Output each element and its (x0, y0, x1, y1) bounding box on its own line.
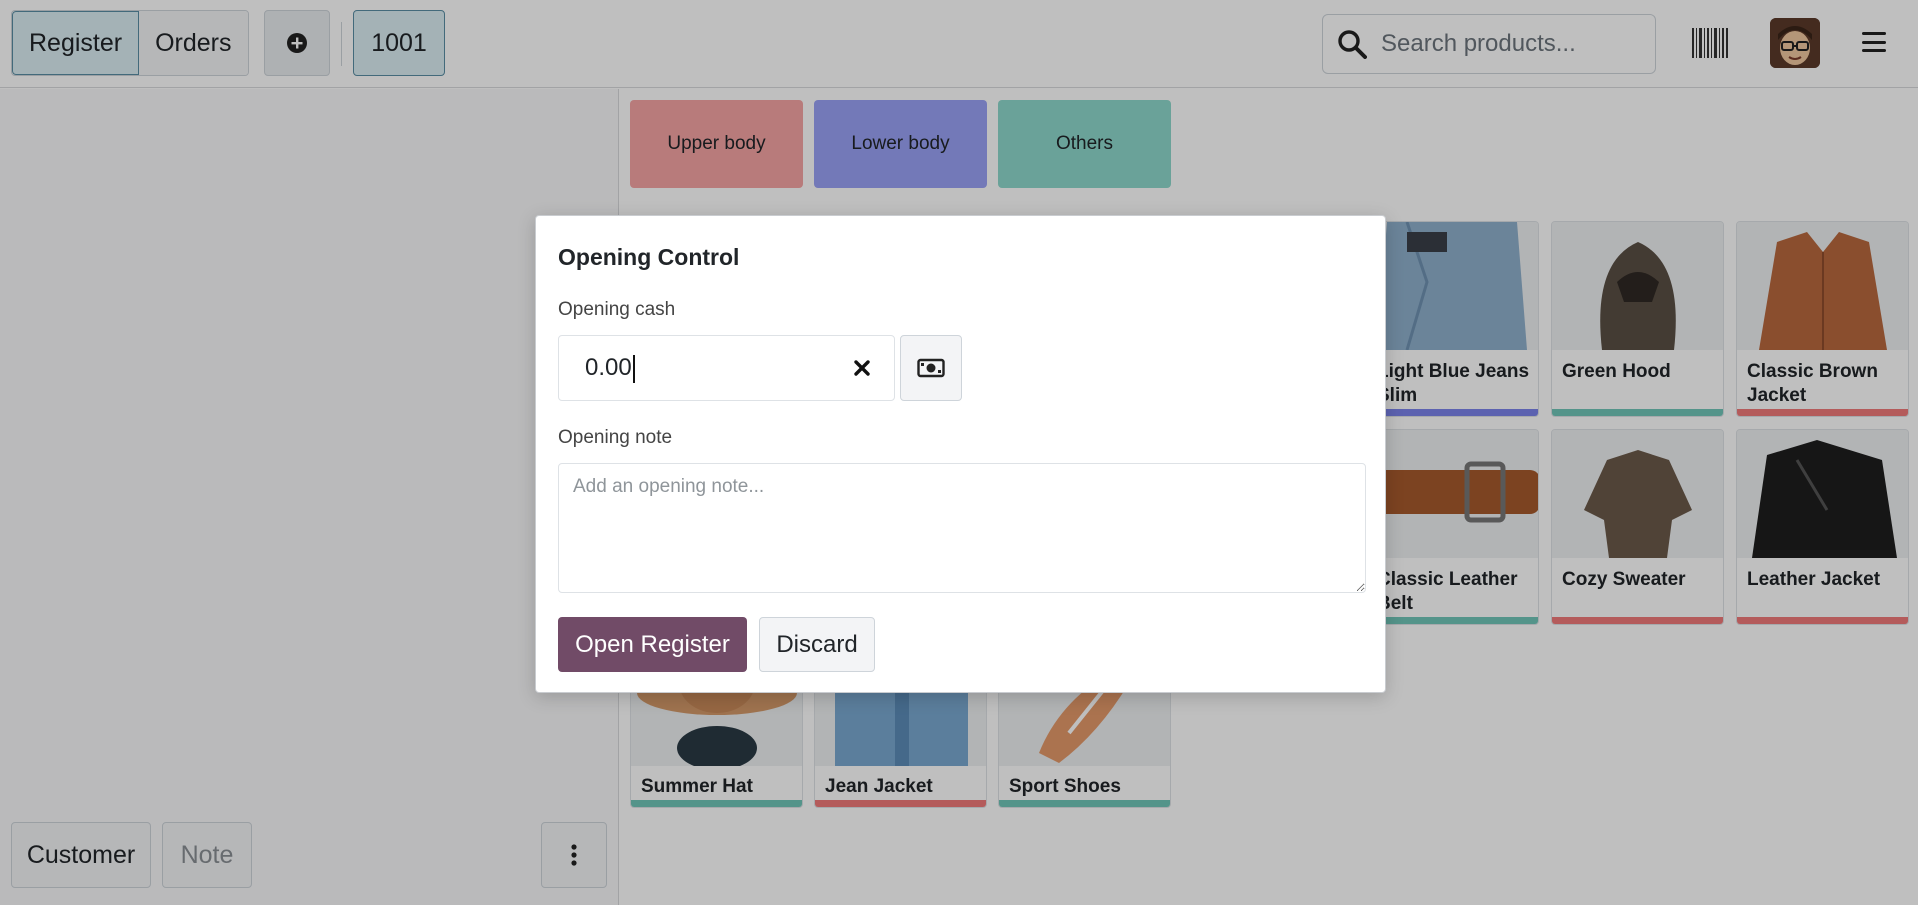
opening-control-dialog: Opening Control Opening cash 0.00 Openin… (535, 215, 1386, 693)
cash-details-button[interactable] (900, 335, 962, 401)
opening-cash-input[interactable]: 0.00 (585, 354, 825, 383)
dialog-title: Opening Control (558, 244, 740, 270)
opening-note-input[interactable] (558, 463, 1366, 593)
opening-cash-label: Opening cash (558, 299, 676, 320)
opening-cash-value: 0.00 (585, 354, 632, 381)
opening-cash-field[interactable]: 0.00 (558, 335, 895, 401)
open-register-button[interactable]: Open Register (558, 617, 747, 672)
clear-cash-button[interactable] (850, 356, 874, 380)
close-icon (854, 360, 870, 376)
discard-button[interactable]: Discard (759, 617, 875, 672)
text-caret (632, 354, 635, 383)
opening-note-label: Opening note (558, 427, 673, 448)
money-bill-icon (917, 358, 945, 378)
